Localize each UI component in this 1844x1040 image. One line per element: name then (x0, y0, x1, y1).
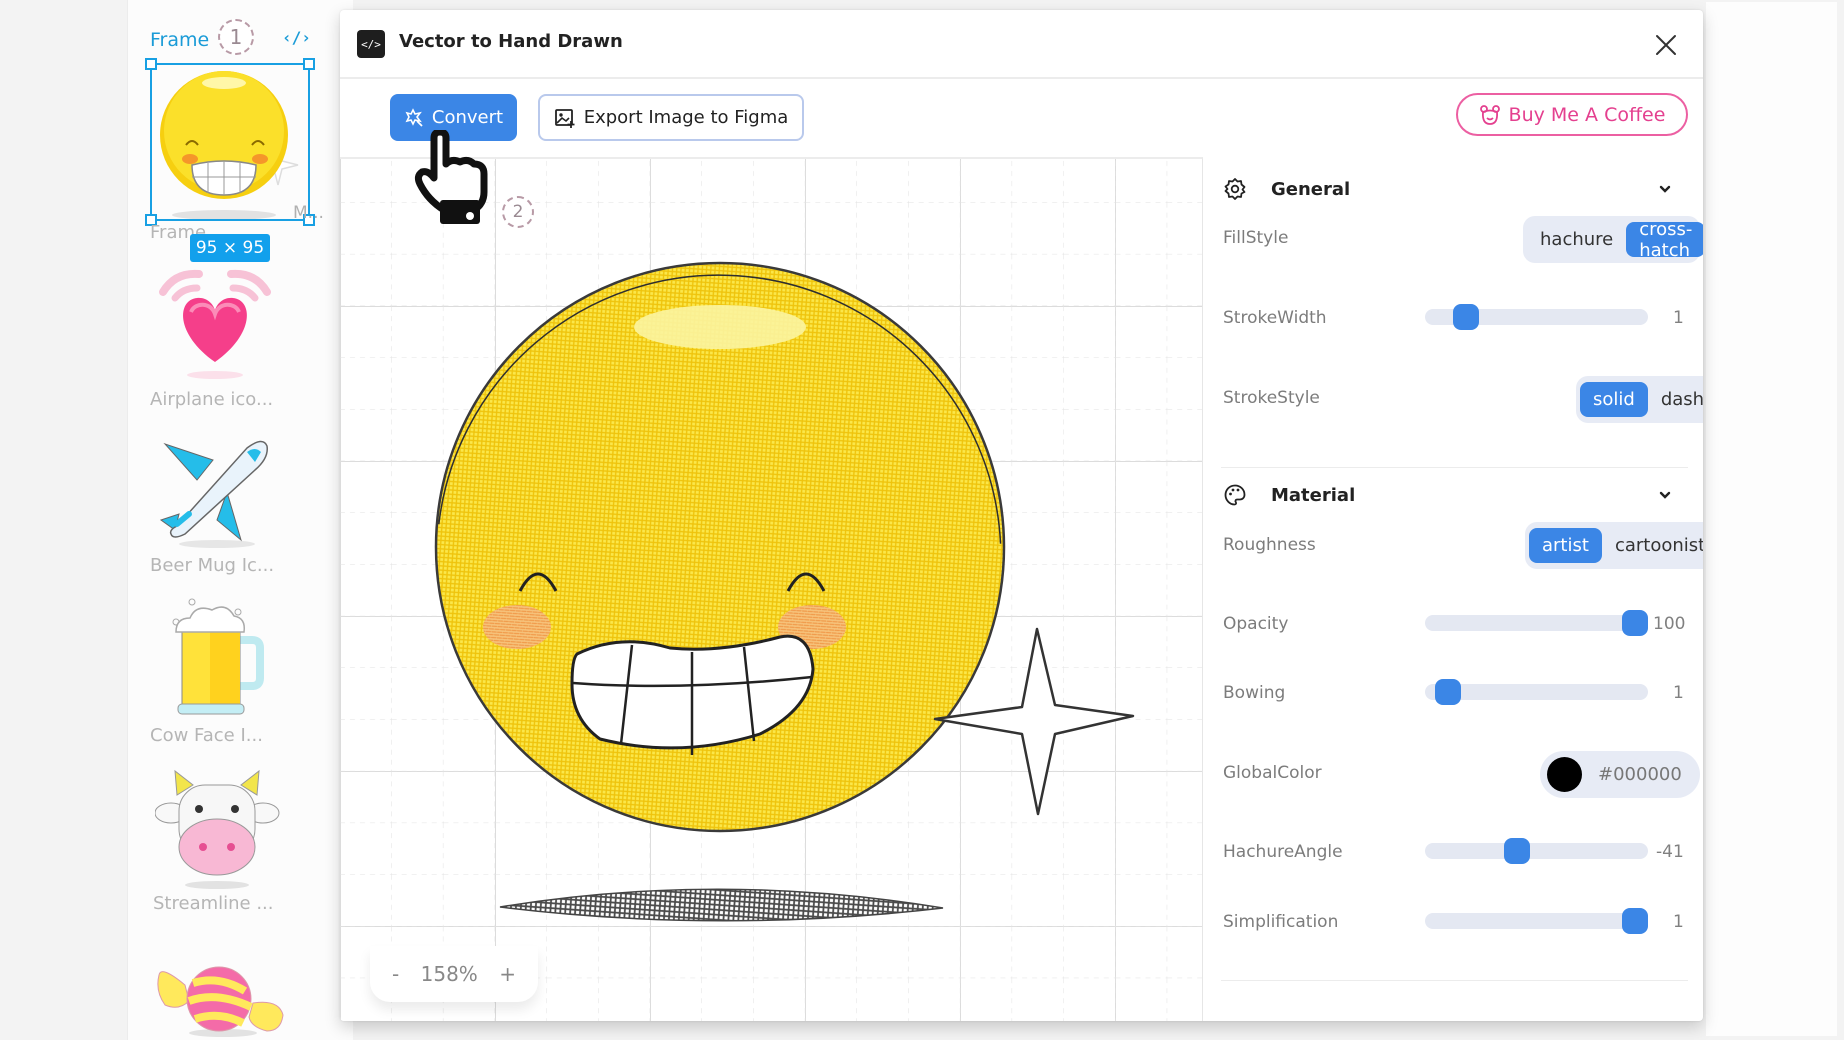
segment-option-cartoonist[interactable]: cartoonist (1602, 528, 1703, 563)
hand-drawn-preview (434, 261, 1135, 922)
layer-name[interactable]: Airplane ico... (150, 389, 273, 410)
segment-option-cross-hatch[interactable]: cross-hatch (1626, 219, 1703, 261)
dialog-header: </> Vector to Hand Drawn (340, 10, 1703, 79)
chevron-down-icon[interactable] (1657, 487, 1673, 503)
resize-handle[interactable] (303, 58, 315, 70)
magic-wand-icon (405, 107, 423, 127)
slider-thumb[interactable] (1622, 610, 1648, 636)
section-divider (1221, 467, 1688, 468)
zoom-control: - 158% + (370, 946, 538, 1002)
heart-icon[interactable] (155, 262, 275, 382)
globalcolor-label: GlobalColor (1223, 763, 1322, 783)
zoom-level: 158% (420, 962, 478, 986)
step-number: 2 (512, 202, 524, 222)
strokewidth-slider[interactable] (1425, 304, 1648, 330)
color-hex-value[interactable]: #000000 (1598, 764, 1682, 785)
size-badge: 95 × 95 (190, 234, 270, 262)
step-badge-2: 2 (502, 196, 534, 228)
truncated-layer-name: M... (293, 203, 324, 223)
airplane-icon[interactable] (155, 430, 275, 550)
roughness-label: Roughness (1223, 535, 1316, 555)
strokewidth-value: 1 (1673, 308, 1684, 328)
convert-label: Convert (431, 107, 504, 128)
layer-name[interactable]: Streamline ... (153, 893, 274, 914)
strokestyle-segmented: soliddasheddotted (1576, 376, 1703, 423)
candy-icon[interactable] (155, 945, 285, 1040)
opacity-value: 100 (1653, 614, 1686, 634)
global-color-picker[interactable]: #000000 (1540, 751, 1700, 798)
opacity-label: Opacity (1223, 614, 1289, 634)
export-label: Export Image to Figma (583, 107, 789, 128)
cow-face-icon[interactable] (155, 765, 280, 890)
fillstyle-label: FillStyle (1223, 228, 1289, 248)
resize-handle[interactable] (145, 58, 157, 70)
coffee-label: Buy Me A Coffee (1508, 103, 1666, 126)
close-icon[interactable] (1653, 32, 1679, 58)
strokewidth-label: StrokeWidth (1223, 308, 1327, 328)
slider-thumb[interactable] (1452, 304, 1479, 330)
segment-option-solid[interactable]: solid (1580, 382, 1648, 417)
frame-label[interactable]: Frame (150, 29, 209, 51)
simplification-value: 1 (1673, 912, 1684, 932)
code-icon[interactable]: ‹/› (282, 28, 311, 47)
strokestyle-label: StrokeStyle (1223, 388, 1320, 408)
slider-thumb[interactable] (1434, 679, 1461, 705)
opacity-slider[interactable] (1425, 610, 1648, 636)
palette-icon (1224, 484, 1246, 506)
step-badge-1: 1 (218, 19, 254, 55)
general-section-header[interactable]: General (1203, 174, 1703, 204)
material-title: Material (1271, 484, 1356, 506)
beer-mug-icon[interactable] (170, 590, 270, 720)
shadow-shape (499, 888, 944, 922)
roughness-segmented: artistcartoonistarchitect (1525, 522, 1703, 569)
pointer-hand-icon (414, 130, 488, 224)
fillstyle-segmented: hachurecross-hatchsolid (1523, 216, 1703, 263)
left-cheek (483, 605, 551, 649)
bowing-slider[interactable] (1425, 679, 1648, 705)
slider-thumb[interactable] (1503, 838, 1530, 864)
bowing-value: 1 (1673, 683, 1684, 703)
bear-icon (1479, 104, 1500, 125)
hachureangle-value: -41 (1656, 842, 1684, 862)
step-number: 1 (229, 25, 243, 49)
color-swatch[interactable] (1547, 757, 1582, 792)
gear-icon (1224, 178, 1246, 200)
app-logo-icon: </> (357, 30, 385, 58)
preview-canvas[interactable]: - 158% + (340, 157, 1203, 1021)
right-panel-background (1706, 2, 1837, 1036)
slider-thumb[interactable] (1622, 908, 1648, 934)
segment-option-hachure[interactable]: hachure (1527, 222, 1626, 257)
layer-name[interactable]: Beer Mug Ic... (150, 555, 274, 576)
selection-box[interactable] (145, 58, 315, 226)
settings-panel: General FillStyle hachurecross-hatchsoli… (1203, 157, 1703, 1021)
segment-option-artist[interactable]: artist (1529, 528, 1602, 563)
plugin-dialog: </> Vector to Hand Drawn Convert Export … (340, 10, 1703, 1021)
simplification-label: Simplification (1223, 912, 1339, 932)
chevron-down-icon[interactable] (1657, 181, 1673, 197)
general-title: General (1271, 178, 1351, 200)
simplification-slider[interactable] (1425, 908, 1648, 934)
layer-name[interactable]: Cow Face I... (150, 725, 263, 746)
hachureangle-label: HachureAngle (1223, 842, 1343, 862)
dialog-title: Vector to Hand Drawn (399, 31, 623, 52)
hachureangle-slider[interactable] (1425, 838, 1648, 864)
image-add-icon (554, 108, 575, 128)
segment-option-dashed[interactable]: dashed (1648, 382, 1703, 417)
buy-me-a-coffee-button[interactable]: Buy Me A Coffee (1456, 93, 1688, 136)
highlight-shape (634, 305, 806, 349)
section-divider (1221, 980, 1688, 981)
zoom-in-button[interactable]: + (499, 962, 516, 986)
material-section-header[interactable]: Material (1203, 480, 1703, 510)
frame-header: Frame (150, 26, 209, 54)
zoom-out-button[interactable]: - (392, 962, 399, 986)
bowing-label: Bowing (1223, 683, 1286, 703)
export-image-button[interactable]: Export Image to Figma (538, 94, 804, 141)
